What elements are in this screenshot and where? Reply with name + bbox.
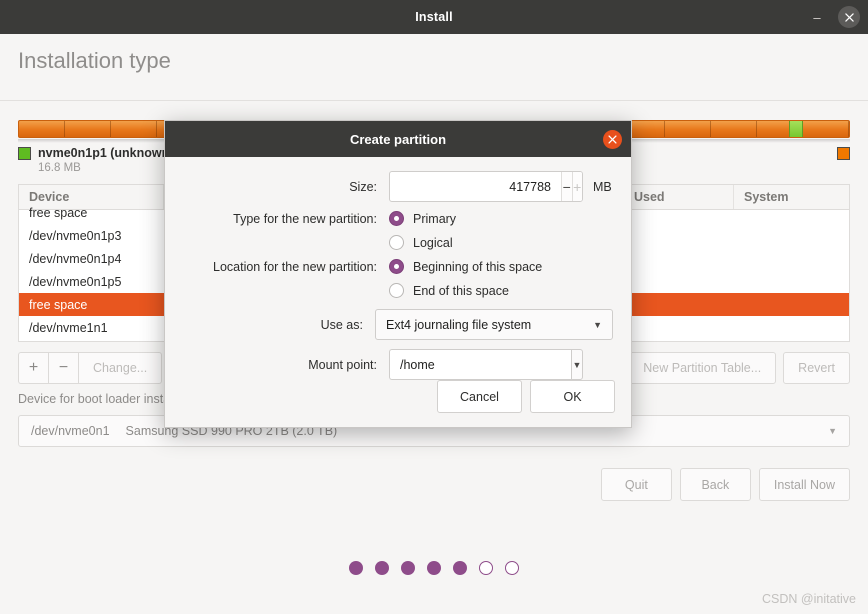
legend-color-swatch [837, 147, 850, 160]
new-partition-table-button[interactable]: New Partition Table... [628, 352, 777, 384]
header-divider [0, 100, 868, 101]
partition-location-label: Location for the new partition: [213, 259, 377, 274]
usage-segment [803, 121, 849, 137]
legend-partition-size: 16.8 MB [38, 162, 81, 175]
partition-action-group: + − Change... [18, 352, 163, 384]
legend-color-swatch [18, 147, 31, 160]
use-as-label: Use as: [320, 317, 363, 332]
cell-device: /dev/nvme0n1p4 [29, 251, 122, 266]
progress-dot-completed [453, 561, 467, 575]
usage-segment [19, 121, 66, 137]
chevron-down-icon: ▼ [828, 426, 837, 436]
progress-dot-completed [427, 561, 441, 575]
radio-logical-indicator[interactable] [389, 235, 404, 250]
partition-type-row: Type for the new partition: Primary [165, 211, 613, 226]
ok-button[interactable]: OK [530, 380, 615, 413]
minimize-icon[interactable]: – [806, 6, 828, 28]
cell-device: /dev/nvme0n1p5 [29, 274, 122, 289]
size-stepper[interactable]: − + [389, 171, 583, 202]
radio-logical-label: Logical [413, 235, 453, 250]
create-partition-dialog: Create partition Size: − + MB Type for t… [164, 120, 632, 428]
revert-button[interactable]: Revert [783, 352, 850, 384]
size-field-row: Size: − + MB [165, 171, 613, 202]
mount-point-label: Mount point: [308, 357, 377, 372]
back-button[interactable]: Back [679, 468, 751, 501]
usage-segment [665, 121, 711, 137]
mount-point-combo[interactable]: ▼ [389, 349, 583, 380]
page-title: Installation type [18, 48, 171, 73]
add-partition-button[interactable]: + [18, 352, 48, 384]
partition-type-label: Type for the new partition: [233, 211, 377, 226]
usage-segment [65, 121, 112, 137]
cell-device: free space [29, 205, 88, 220]
size-label: Size: [349, 179, 377, 194]
usage-segment [111, 121, 158, 137]
cell-device: /dev/nvme0n1p3 [29, 228, 122, 243]
usage-swap-marker [789, 121, 803, 137]
change-partition-button[interactable]: Change... [78, 352, 163, 384]
install-now-button[interactable]: Install Now [758, 468, 850, 501]
radio-primary-label: Primary [413, 211, 457, 226]
radio-beginning-label: Beginning of this space [413, 259, 543, 274]
cell-device: /dev/nvme1n1 [29, 320, 108, 335]
chevron-down-icon[interactable]: ▼ [571, 349, 583, 380]
progress-dot-pending [479, 561, 493, 575]
legend-item: nvme0n1p1 (unknown) 16.8 MB [18, 144, 173, 174]
dialog-titlebar: Create partition [165, 121, 631, 157]
progress-dot-completed [375, 561, 389, 575]
partition-type-logical-row: Logical [165, 235, 613, 250]
radio-end-label: End of this space [413, 283, 509, 298]
quit-button[interactable]: Quit [600, 468, 672, 501]
window-titlebar: Install – [0, 0, 868, 34]
dialog-title: Create partition [349, 131, 447, 147]
radio-beginning-indicator[interactable] [389, 259, 404, 274]
size-increment-button[interactable]: + [571, 172, 582, 201]
close-icon[interactable] [603, 130, 622, 149]
watermark: CSDN @initative [762, 592, 856, 606]
cancel-button[interactable]: Cancel [437, 380, 522, 413]
dialog-actions: Cancel OK [437, 380, 615, 413]
partition-location-row: Location for the new partition: Beginnin… [165, 259, 613, 274]
window-controls: – [806, 0, 860, 34]
progress-dots [0, 561, 868, 575]
size-input[interactable] [390, 172, 561, 201]
mount-point-input[interactable] [389, 349, 571, 380]
window-title: Install [415, 10, 453, 24]
mount-point-row: Mount point: ▼ [165, 349, 613, 380]
footer-actions: Quit Back Install Now [600, 468, 850, 501]
remove-partition-button[interactable]: − [48, 352, 78, 384]
size-decrement-button[interactable]: − [561, 172, 572, 201]
legend-partition-name: nvme0n1p1 (unknown) [38, 146, 174, 160]
use-as-row: Use as: Ext4 journaling file system ▼ [165, 309, 613, 340]
radio-primary-indicator[interactable] [389, 211, 404, 226]
progress-dot-completed [349, 561, 363, 575]
progress-dot-pending [505, 561, 519, 575]
radio-primary[interactable]: Primary [389, 211, 456, 226]
chevron-down-icon: ▼ [593, 319, 602, 330]
radio-end-indicator[interactable] [389, 283, 404, 298]
usage-segment [711, 121, 757, 137]
dialog-body: Size: − + MB Type for the new partition:… [165, 157, 631, 380]
use-as-value: Ext4 journaling file system [386, 317, 532, 332]
size-unit-label: MB [593, 179, 612, 194]
close-icon[interactable] [838, 6, 860, 28]
radio-logical[interactable]: Logical [389, 235, 453, 250]
cell-device: free space [29, 297, 88, 312]
partition-location-end-row: End of this space [165, 283, 613, 298]
toolbar-right-group: New Partition Table... Revert [628, 352, 850, 384]
radio-beginning-of-space[interactable]: Beginning of this space [389, 259, 542, 274]
bootloader-device-path: /dev/nvme0n1 [31, 424, 110, 438]
use-as-select[interactable]: Ext4 journaling file system ▼ [375, 309, 613, 340]
radio-end-of-space[interactable]: End of this space [389, 283, 509, 298]
legend-item [837, 144, 850, 160]
progress-dot-completed [401, 561, 415, 575]
